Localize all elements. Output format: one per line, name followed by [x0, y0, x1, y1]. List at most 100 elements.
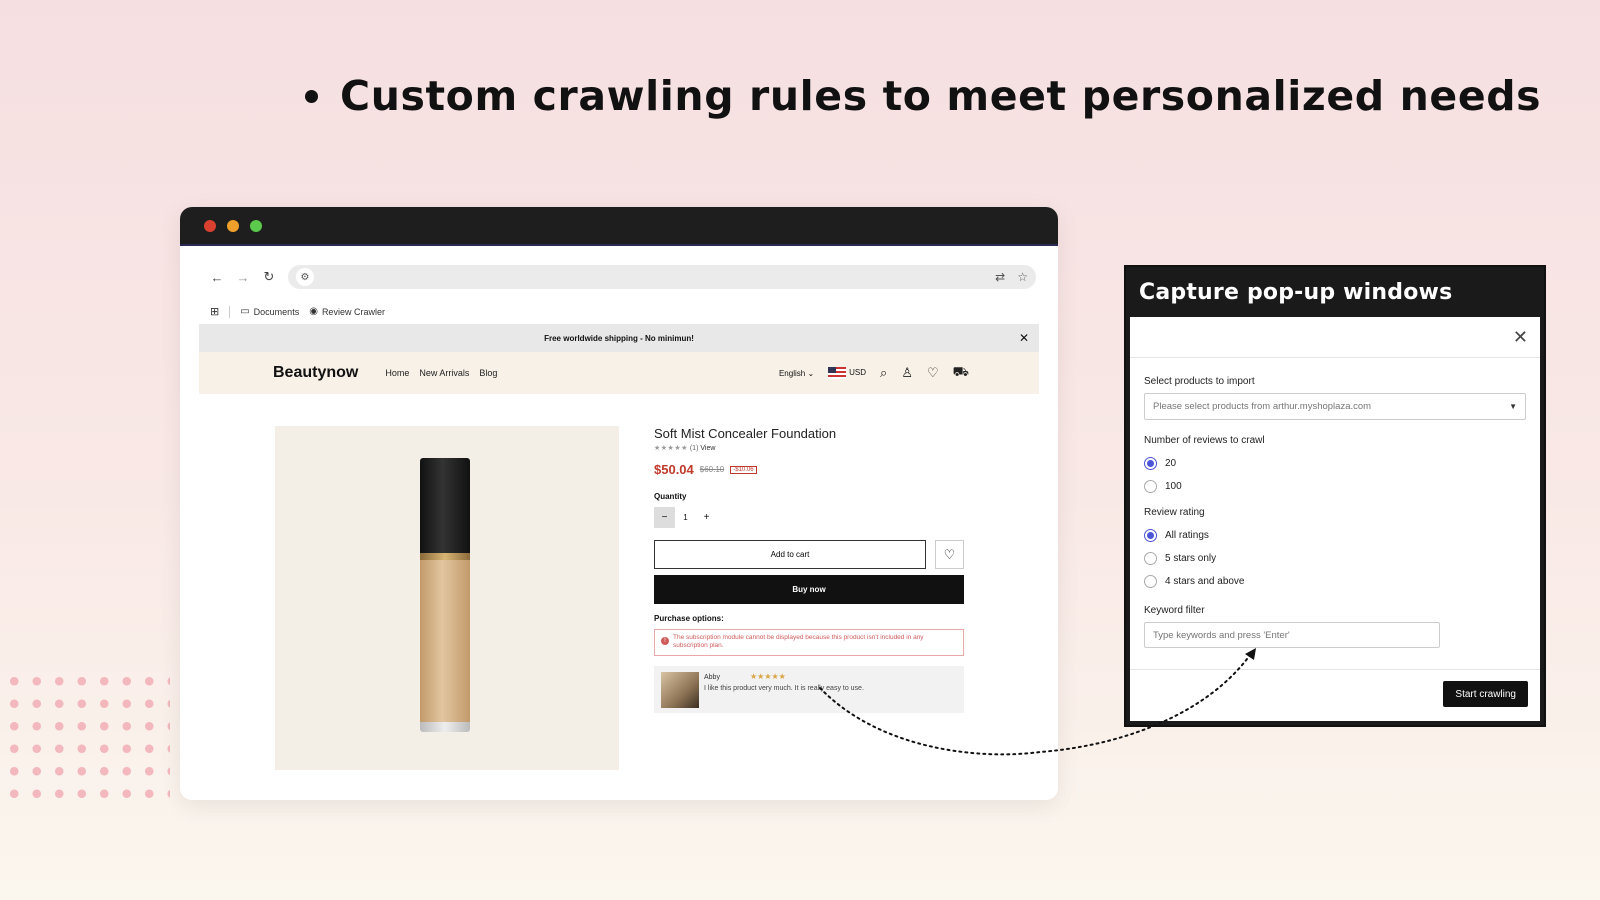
capture-popup-panel: Capture pop-up windows ✕ Select products…	[1124, 265, 1546, 727]
minimize-window-button[interactable]	[227, 219, 239, 232]
wishlist-heart-icon[interactable]: ♡	[935, 540, 964, 569]
select-placeholder: Please select products from arthur.mysho…	[1153, 401, 1372, 412]
wishlist-heart-icon[interactable]: ♡	[927, 365, 939, 381]
currency-select[interactable]: USD	[828, 367, 866, 379]
radio-selected-icon	[1144, 457, 1157, 470]
store-logo[interactable]: Beautynow	[273, 364, 358, 382]
browser-window: ← → ↻ ⚙ ⇄ ☆ ⊞ ▭ Documents ◉ Review Crawl…	[180, 207, 1058, 800]
title-bar	[180, 207, 1058, 246]
review-thumbnail	[661, 671, 699, 708]
concealer-bottle-illustration	[420, 458, 470, 732]
site-settings-icon[interactable]: ⚙	[296, 268, 314, 286]
review-popup: Abby ★★★★★ I like this product very much.…	[654, 665, 964, 713]
radio-label: 4 stars and above	[1165, 576, 1245, 587]
bookmarks-bar: ⊞ ▭ Documents ◉ Review Crawler	[210, 305, 385, 318]
radio-5-stars[interactable]: 5 stars only	[1144, 547, 1540, 570]
purchase-options-label: Purchase options:	[654, 614, 724, 623]
close-icon[interactable]: ✕	[1513, 327, 1528, 348]
rating-count: (1)	[689, 445, 699, 452]
headline-text: Custom crawling rules to meet personaliz…	[340, 72, 1542, 120]
reload-icon[interactable]: ↻	[256, 269, 282, 285]
radio-label: 20	[1165, 458, 1177, 469]
product-select[interactable]: Please select products from arthur.mysho…	[1144, 393, 1526, 420]
modal-header: ✕	[1130, 317, 1540, 358]
radio-label: 100	[1165, 481, 1182, 492]
radio-label: All ratings	[1165, 530, 1209, 541]
divider	[229, 305, 231, 318]
decrease-quantity-button[interactable]: −	[654, 507, 675, 528]
chevron-down-icon: ▼	[1509, 402, 1517, 411]
store-page: Free worldwide shipping - No minimun! ✕ …	[199, 324, 1039, 394]
purchase-actions: Add to cart ♡	[654, 540, 964, 569]
product-info: Soft Mist Concealer Foundation ★★★★★ (1)…	[654, 426, 964, 713]
keyword-input[interactable]	[1144, 622, 1440, 648]
radio-4-stars-above[interactable]: 4 stars and above	[1144, 570, 1540, 593]
translate-icon[interactable]: ⇄	[995, 270, 1005, 284]
browser-toolbar: ← → ↻ ⚙ ⇄ ☆	[204, 265, 1036, 289]
store-header-actions: English ⌄ USD ⌕ ♙ ♡ ⛟	[779, 364, 969, 382]
quantity-label: Quantity	[654, 492, 687, 501]
announcement-text: Free worldwide shipping - No minimun!	[544, 333, 694, 343]
radio-all-ratings[interactable]: All ratings	[1144, 524, 1540, 547]
price-row: $50.04 $60.10 -$10.06	[654, 462, 964, 477]
currency-label: USD	[849, 368, 867, 378]
crawl-settings-modal: ✕ Select products to import Please selec…	[1130, 317, 1540, 721]
buy-now-button[interactable]: Buy now	[654, 575, 964, 604]
maximize-window-button[interactable]	[250, 219, 262, 232]
reviewer-name: Abby	[704, 673, 720, 681]
cart-icon[interactable]: ⛟	[953, 364, 969, 382]
globe-icon: ◉	[309, 306, 318, 317]
subscription-warning: The subscription module cannot be displa…	[654, 629, 964, 656]
bookmark-label: Documents	[253, 306, 300, 317]
review-count-label: Number of reviews to crawl	[1144, 435, 1265, 446]
bullet-icon	[305, 89, 318, 103]
forward-arrow-icon[interactable]: →	[230, 270, 256, 285]
bookmark-label: Review Crawler	[321, 306, 385, 317]
review-content: Abby ★★★★★ I like this product very much.…	[704, 672, 864, 707]
select-products-label: Select products to import	[1144, 376, 1255, 387]
apps-grid-icon[interactable]: ⊞	[210, 305, 219, 318]
review-text: I like this product very much. It is rea…	[704, 684, 864, 692]
us-flag-icon	[828, 367, 847, 379]
radio-unselected-icon	[1144, 552, 1157, 565]
radio-100[interactable]: 100	[1144, 475, 1540, 498]
product-rating: ★★★★★ (1) View	[654, 444, 964, 452]
account-icon[interactable]: ♙	[901, 365, 913, 381]
radio-label: 5 stars only	[1165, 553, 1217, 564]
menu-item-new-arrivals[interactable]: New Arrivals	[419, 368, 469, 378]
close-window-button[interactable]	[204, 219, 216, 232]
increase-quantity-button[interactable]: +	[696, 507, 717, 528]
radio-unselected-icon	[1144, 575, 1157, 588]
review-rating-label: Review rating	[1144, 507, 1205, 518]
start-crawling-button[interactable]: Start crawling	[1443, 681, 1528, 707]
quantity-stepper: − 1 +	[654, 507, 964, 528]
radio-unselected-icon	[1144, 480, 1157, 493]
bookmark-star-icon[interactable]: ☆	[1017, 270, 1028, 284]
rating-stars-icon: ★★★★★	[654, 445, 688, 452]
store-header: Beautynow Home New Arrivals Blog English…	[199, 352, 1039, 394]
headline: Custom crawling rules to meet personaliz…	[305, 72, 1541, 120]
keyword-filter-label: Keyword filter	[1144, 605, 1205, 616]
product-image[interactable]	[275, 426, 619, 770]
bookmark-review-crawler[interactable]: ◉ Review Crawler	[309, 306, 385, 317]
quantity-value[interactable]: 1	[675, 513, 696, 522]
decorative-dot-grid	[0, 670, 170, 800]
bookmark-documents[interactable]: ▭ Documents	[240, 306, 299, 317]
back-arrow-icon[interactable]: ←	[204, 270, 230, 285]
address-bar[interactable]: ⚙ ⇄ ☆	[288, 265, 1036, 289]
menu-item-blog[interactable]: Blog	[479, 368, 497, 378]
language-select[interactable]: English ⌄	[779, 369, 814, 378]
close-icon[interactable]: ✕	[1019, 331, 1029, 345]
rating-view-link[interactable]: View	[700, 445, 715, 452]
add-to-cart-button[interactable]: Add to cart	[654, 540, 926, 569]
announcement-bar: Free worldwide shipping - No minimun! ✕	[199, 324, 1039, 352]
radio-selected-icon	[1144, 529, 1157, 542]
folder-icon: ▭	[240, 306, 250, 317]
radio-20[interactable]: 20	[1144, 452, 1540, 475]
panel-title: Capture pop-up windows	[1139, 280, 1453, 305]
search-icon[interactable]: ⌕	[880, 365, 887, 381]
language-label: English	[778, 368, 806, 378]
store-menu: Home New Arrivals Blog	[385, 368, 497, 378]
compare-price: $60.10	[699, 465, 725, 474]
menu-item-home[interactable]: Home	[385, 368, 409, 378]
